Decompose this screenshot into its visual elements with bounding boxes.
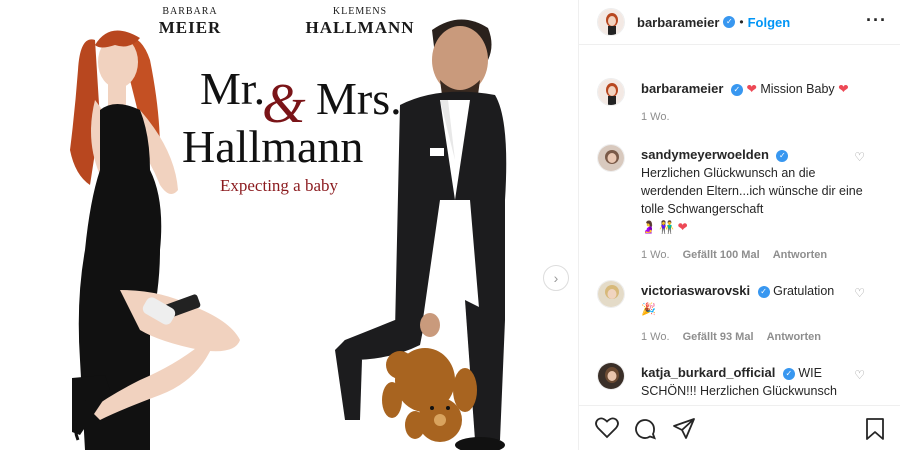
comment-handle[interactable]: katja_burkard_official [641,365,775,380]
caption-text: Mission Baby [760,82,835,96]
poster-tagline: Expecting a baby [220,176,339,195]
comment-icon[interactable] [633,417,657,446]
more-horizontal-icon[interactable]: ··· [866,10,887,31]
avatar[interactable] [597,362,625,390]
comment-handle[interactable]: sandymeyerwoelden [641,147,769,162]
comment-handle[interactable]: victoriaswarovski [641,283,750,298]
red-heart-emoji-icon: ❤ [677,220,688,234]
verified-icon: ✓ [782,368,795,380]
follow-button[interactable]: Folgen [748,15,791,30]
comment-item: katja_burkard_official ✓ WIE SCHÖN!!! He… [597,362,887,398]
comment-time[interactable]: 1 Wo. [641,331,670,343]
reply-button[interactable]: Antworten [773,249,827,261]
party-popper-emoji-icon: 🎉 [641,302,656,316]
post-action-bar [579,405,900,450]
avatar[interactable] [597,144,625,172]
post-image[interactable]: BARBARA MEIER KLEMENS HALLMANN Mr. & Mrs… [0,0,578,450]
post-sidebar: barbarameier ✓ • Folgen ··· barbarameier… [578,0,900,450]
comment-text: Herzlichen Glückwunsch an die werdenden … [641,166,863,216]
credit-barbara-meier: BARBARA MEIER [150,6,230,37]
credit-last-name: MEIER [158,18,222,37]
reply-button[interactable]: Antworten [767,331,821,343]
caption-time[interactable]: 1 Wo. [641,111,670,123]
verified-icon: ✓ [723,16,736,28]
post-caption: barbarameier ✓ ❤ Mission Baby ❤ 1 Wo. [597,78,887,126]
bookmark-icon[interactable] [865,417,885,446]
red-heart-emoji-icon: ❤ [746,82,757,96]
credit-first-name: KLEMENS [332,6,388,17]
couple-emoji-icon: 👫 [659,220,675,234]
credit-klemens-hallmann: KLEMENS HALLMANN [290,6,430,37]
avatar[interactable] [597,280,625,308]
credit-first-name: BARBARA [162,6,218,17]
comment-item: sandymeyerwoelden ✓ Herzlichen Glückwuns… [597,144,887,264]
comment-text: Gratulation [773,284,835,298]
comment-emojis: 🤰 👫 ❤ [641,218,867,236]
red-heart-emoji-icon: ❤ [838,82,849,96]
verified-icon: ✓ [776,150,789,162]
caption-handle[interactable]: barbarameier [641,81,723,96]
avatar[interactable] [597,8,625,36]
heart-icon[interactable]: ♡ [854,286,865,300]
poster-title-mrs: Mrs. [316,73,402,124]
poster-title-mr: Mr. [200,63,266,114]
heart-icon[interactable] [595,417,619,444]
next-image-button[interactable]: › [543,265,569,291]
comment-likes[interactable]: Gefällt 93 Mal [683,331,754,343]
pregnant-woman-emoji-icon: 🤰 [641,220,656,234]
comment-time[interactable]: 1 Wo. [641,249,670,261]
verified-icon: ✓ [730,84,743,96]
post-header: barbarameier ✓ • Folgen ··· [579,0,900,45]
share-icon[interactable] [672,417,696,446]
comment-item: victoriaswarovski ✓ Gratulation 🎉 1 Wo. … [597,280,887,346]
heart-icon[interactable]: ♡ [854,368,865,382]
heart-icon[interactable]: ♡ [854,150,865,164]
verified-icon: ✓ [757,286,770,298]
poster-illustration [70,19,507,450]
comment-emojis: 🎉 [641,300,867,318]
separator-dot: • [739,15,744,29]
poster-title-hallmann: Hallmann [182,121,364,172]
chevron-right-icon: › [553,270,559,286]
avatar[interactable] [597,78,625,106]
comment-likes[interactable]: Gefällt 100 Mal [683,249,760,261]
credit-last-name: HALLMANN [305,18,415,37]
post-author-handle[interactable]: barbarameier [637,15,719,30]
